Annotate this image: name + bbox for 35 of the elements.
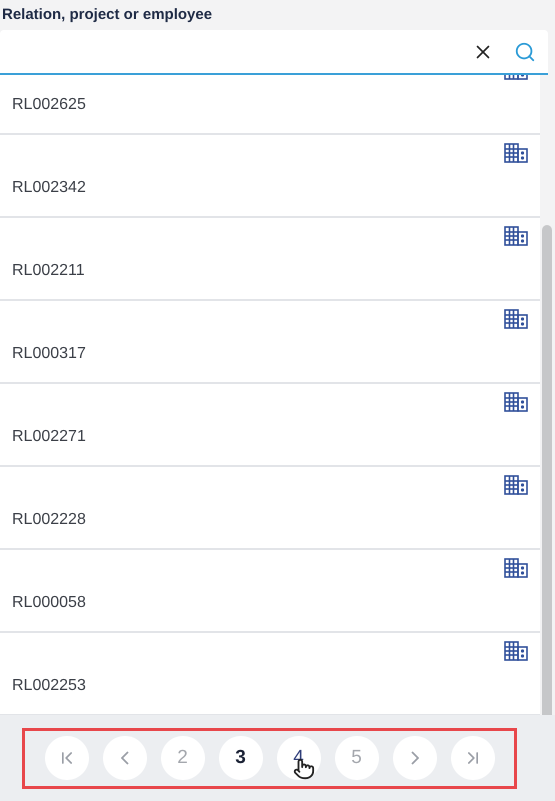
result-code: RL002342 bbox=[12, 178, 87, 198]
result-item[interactable]: RL002342 bbox=[0, 135, 540, 218]
building-icon bbox=[504, 475, 528, 495]
previous-page-button[interactable] bbox=[102, 736, 146, 780]
result-item[interactable]: RL002228 bbox=[0, 467, 540, 550]
first-page-button[interactable] bbox=[44, 736, 88, 780]
field-label: Relation, project or employee bbox=[2, 4, 212, 25]
result-item[interactable]: RL002211 bbox=[0, 218, 540, 301]
result-code: RL002625 bbox=[12, 95, 87, 115]
building-icon bbox=[504, 641, 528, 661]
result-item[interactable]: RL002253 bbox=[0, 633, 540, 715]
result-item[interactable]: RL000058 bbox=[0, 550, 540, 633]
result-code: RL000317 bbox=[12, 344, 87, 364]
result-item[interactable]: RL002625 bbox=[0, 75, 540, 135]
building-icon bbox=[504, 226, 528, 246]
hand-cursor-icon bbox=[292, 758, 314, 780]
building-icon bbox=[504, 143, 528, 163]
building-icon bbox=[504, 309, 528, 329]
next-page-button[interactable] bbox=[392, 736, 436, 780]
chevron-right-icon bbox=[410, 751, 418, 765]
building-icon bbox=[504, 558, 528, 578]
page-button[interactable]: 3 bbox=[218, 736, 262, 780]
result-code: RL000058 bbox=[12, 593, 87, 613]
last-page-button[interactable] bbox=[450, 736, 494, 780]
result-code: RL002228 bbox=[12, 510, 87, 530]
scrollbar-thumb[interactable] bbox=[542, 225, 552, 715]
result-code: RL002271 bbox=[12, 427, 87, 447]
search-field[interactable] bbox=[0, 30, 548, 75]
result-item[interactable]: RL002271 bbox=[0, 384, 540, 467]
result-item[interactable]: RL000317 bbox=[0, 301, 540, 384]
search-icon[interactable] bbox=[514, 40, 536, 62]
building-icon bbox=[504, 392, 528, 412]
chevron-left-icon bbox=[120, 751, 128, 765]
result-code: RL002253 bbox=[12, 676, 87, 696]
result-code: RL002211 bbox=[12, 261, 86, 281]
